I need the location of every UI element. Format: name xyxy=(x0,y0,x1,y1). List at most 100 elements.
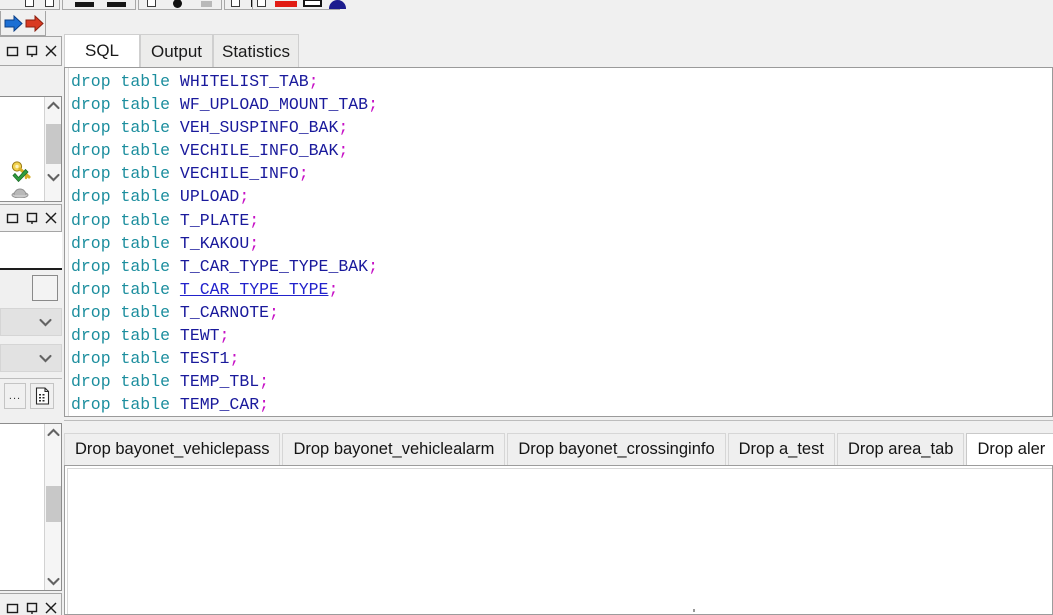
output-scrollbar[interactable] xyxy=(44,424,61,590)
navigation-arrow-toolbar xyxy=(0,11,46,36)
square-outline-icon[interactable] xyxy=(231,0,240,7)
square-outline-icon[interactable] xyxy=(45,0,54,7)
grey-bar-icon[interactable] xyxy=(201,1,212,7)
sql-line[interactable]: drop table TEMP_TBL; xyxy=(71,370,1052,393)
black-bar-icon[interactable] xyxy=(75,2,94,7)
bottom-tab-label: Drop bayonet_crossinginfo xyxy=(518,440,715,458)
sql-line[interactable]: drop table T_CAR_TYPE_TYPE_BAK; xyxy=(71,255,1052,278)
tab-label: Output xyxy=(150,41,203,61)
sql-line[interactable]: drop table VEH_SUSPINFO_BAK; xyxy=(71,116,1052,139)
bottom-tab[interactable]: Drop a_test xyxy=(727,433,835,465)
sql-keyword: drop table xyxy=(71,395,180,415)
navy-shape-icon[interactable] xyxy=(329,0,346,9)
scroll-down-icon[interactable] xyxy=(45,169,62,186)
close-icon[interactable] xyxy=(42,599,61,615)
sql-line[interactable]: drop table T_CAR_TYPE_TYPE; xyxy=(71,278,1052,301)
square-outline-icon[interactable] xyxy=(147,0,156,7)
sql-keyword: drop table xyxy=(71,141,180,161)
square-outline-icon[interactable] xyxy=(257,0,266,7)
tab-sql[interactable]: SQL xyxy=(64,34,140,68)
document-button[interactable] xyxy=(30,383,54,409)
sql-line[interactable]: drop table UPLOAD; xyxy=(71,185,1052,208)
close-icon[interactable] xyxy=(42,209,61,228)
sql-line[interactable]: drop table WHITELIST_TAB; xyxy=(71,70,1052,93)
sql-identifier[interactable]: T_CARNOTE xyxy=(180,303,269,322)
scroll-down-icon[interactable] xyxy=(45,573,62,590)
grey-object-icon[interactable] xyxy=(11,185,29,199)
bottom-tab[interactable]: Drop bayonet_vehiclealarm xyxy=(282,433,506,465)
key-check-icon[interactable] xyxy=(9,159,33,183)
sql-code-content[interactable]: drop table WHITELIST_TAB; drop table WF_U… xyxy=(71,70,1052,417)
dock-icon[interactable] xyxy=(23,42,42,61)
back-arrow-button[interactable] xyxy=(4,15,23,32)
output-panel-titlebar xyxy=(0,593,62,615)
bottom-tab[interactable]: Drop bayonet_vehiclepass xyxy=(64,433,281,465)
dot-icon[interactable] xyxy=(173,0,182,8)
sql-identifier[interactable]: TEWT xyxy=(180,326,220,345)
black-bar-icon[interactable] xyxy=(107,2,126,7)
dock-icon[interactable] xyxy=(23,599,42,615)
properties-combo-1[interactable] xyxy=(0,308,62,336)
scroll-up-icon[interactable] xyxy=(45,97,62,114)
float-icon[interactable] xyxy=(4,599,23,615)
sql-keyword: drop table xyxy=(71,95,180,115)
result-marker-dot xyxy=(693,609,695,612)
sql-identifier[interactable]: T_KAKOU xyxy=(180,234,249,253)
forward-arrow-button[interactable] xyxy=(25,15,44,32)
sql-identifier[interactable]: WHITELIST_TAB xyxy=(180,72,309,91)
float-icon[interactable] xyxy=(4,42,23,61)
editor-tabstrip: SQL Output Statistics xyxy=(64,34,1053,68)
bottom-tab[interactable]: Drop aler xyxy=(966,433,1053,465)
output-panel-body[interactable] xyxy=(0,423,62,591)
tab-statistics[interactable]: Statistics xyxy=(213,34,299,68)
tab-output[interactable]: Output xyxy=(140,34,213,68)
sql-terminator: ; xyxy=(249,233,260,253)
sql-line[interactable]: drop table TEWT; xyxy=(71,324,1052,347)
bottom-tab[interactable]: Drop bayonet_crossinginfo xyxy=(507,433,726,465)
sql-text-area[interactable]: drop table WHITELIST_TAB; drop table WF_U… xyxy=(64,67,1053,417)
black-box-icon[interactable] xyxy=(303,0,322,7)
square-outline-icon[interactable] xyxy=(25,0,34,7)
sql-line[interactable]: drop table T_CARNOTE; xyxy=(71,301,1052,324)
sql-line[interactable]: drop table TEST1; xyxy=(71,347,1052,370)
properties-checkbox[interactable] xyxy=(32,275,58,301)
sql-keyword: drop table xyxy=(71,302,180,322)
sql-identifier[interactable]: VEH_SUSPINFO_BAK xyxy=(180,118,338,137)
sql-line[interactable]: drop table WF_UPLOAD_MOUNT_TAB; xyxy=(71,93,1052,116)
sql-identifier[interactable]: TEST1 xyxy=(180,349,230,368)
sql-line[interactable]: drop table T_PLATE; xyxy=(71,209,1052,232)
sql-line[interactable]: drop table VECHILE_INFO_BAK; xyxy=(71,139,1052,162)
red-bar-icon[interactable] xyxy=(275,1,297,7)
sql-line[interactable]: drop table T_KAKOU; xyxy=(71,232,1052,255)
ellipsis-button[interactable]: ... xyxy=(4,383,26,409)
sql-identifier[interactable]: TEMP_CAR xyxy=(180,395,259,414)
sql-line[interactable]: drop table TEMP_CAR; xyxy=(71,393,1052,416)
sql-identifier[interactable]: T_PLATE xyxy=(180,211,249,230)
result-pane[interactable] xyxy=(64,465,1053,615)
sql-keyword: drop table xyxy=(71,118,180,138)
bottom-tab[interactable]: Drop area_tab xyxy=(836,433,965,465)
connections-scrollbar[interactable] xyxy=(44,97,61,201)
sql-identifier[interactable]: VECHILE_INFO xyxy=(180,164,299,183)
float-icon[interactable] xyxy=(4,209,23,228)
sql-line[interactable]: drop table TEMP_AREA; xyxy=(71,416,1052,417)
sql-identifier[interactable]: WF_UPLOAD_MOUNT_TAB xyxy=(180,95,368,114)
sql-identifier[interactable]: VECHILE_INFO_BAK xyxy=(180,141,338,160)
scroll-up-icon[interactable] xyxy=(45,424,62,441)
scroll-thumb[interactable] xyxy=(46,124,61,164)
dock-icon[interactable] xyxy=(23,209,42,228)
pane-splitter[interactable] xyxy=(64,420,1053,429)
close-icon[interactable] xyxy=(42,42,61,61)
sql-keyword: drop table xyxy=(71,210,180,230)
sql-identifier[interactable]: T_CAR_TYPE_TYPE_BAK xyxy=(180,257,368,276)
scroll-thumb[interactable] xyxy=(46,486,61,522)
toolbar-group-5 xyxy=(252,0,346,10)
connections-panel-toolbar xyxy=(0,66,62,96)
sql-identifier[interactable]: UPLOAD xyxy=(180,187,239,206)
sql-identifier[interactable]: TEMP_TBL xyxy=(180,372,259,391)
sql-keyword: drop table xyxy=(71,256,180,276)
connections-tree[interactable] xyxy=(0,96,62,202)
properties-combo-2[interactable] xyxy=(0,344,62,372)
sql-line[interactable]: drop table VECHILE_INFO; xyxy=(71,162,1052,185)
sql-identifier[interactable]: T_CAR_TYPE_TYPE xyxy=(180,280,329,299)
